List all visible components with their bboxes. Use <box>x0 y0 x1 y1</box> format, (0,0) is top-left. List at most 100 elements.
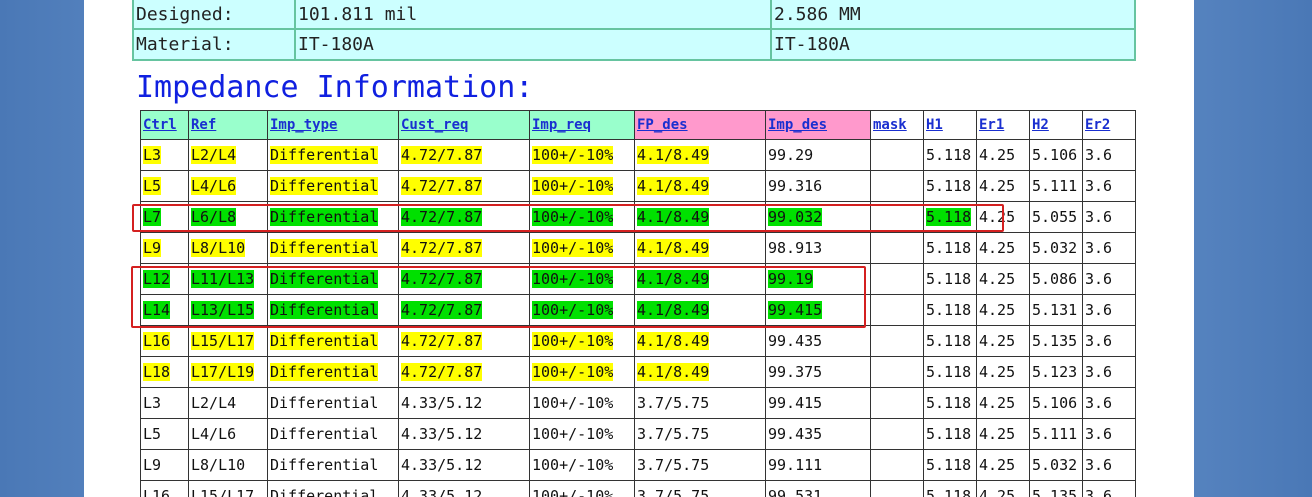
cell-imp-req[interactable]: 100+/-10% <box>529 139 635 171</box>
cell-er2[interactable]: 3.6 <box>1082 325 1136 357</box>
cell-fp-des[interactable]: 4.1/8.49 <box>634 294 766 326</box>
cell-fp-des[interactable]: 4.1/8.49 <box>634 325 766 357</box>
cell-fp-des[interactable]: 4.1/8.49 <box>634 170 766 202</box>
cell-h2[interactable]: 5.135 <box>1029 325 1083 357</box>
cell-mask[interactable] <box>870 201 924 233</box>
cell-imp-req[interactable]: 100+/-10% <box>529 294 635 326</box>
cell-h1[interactable]: 5.118 <box>923 232 977 264</box>
cell-fp-des[interactable]: 4.1/8.49 <box>634 139 766 171</box>
cell-er2[interactable]: 3.6 <box>1082 139 1136 171</box>
cell-h2[interactable]: 5.131 <box>1029 294 1083 326</box>
cell-fp-des[interactable]: 4.1/8.49 <box>634 263 766 295</box>
cell-cust-req[interactable]: 4.72/7.87 <box>398 294 530 326</box>
cell-h2[interactable]: 5.111 <box>1029 418 1083 450</box>
cell-imp-type[interactable]: Differential <box>267 325 399 357</box>
cell-imp-des[interactable]: 99.29 <box>765 139 871 171</box>
cell-er2[interactable]: 3.6 <box>1082 480 1136 497</box>
cell-imp-req[interactable]: 100+/-10% <box>529 356 635 388</box>
cell-ref[interactable]: L11/L13 <box>188 263 268 295</box>
cell-cust-req[interactable]: 4.72/7.87 <box>398 139 530 171</box>
cell-h2[interactable]: 5.086 <box>1029 263 1083 295</box>
cell-imp-des[interactable]: 99.435 <box>765 325 871 357</box>
cell-imp-req[interactable]: 100+/-10% <box>529 232 635 264</box>
cell-mask[interactable] <box>870 325 924 357</box>
cell-ctrl[interactable]: L14 <box>140 294 189 326</box>
cell-cust-req[interactable]: 4.33/5.12 <box>398 480 530 497</box>
cell-imp-type[interactable]: Differential <box>267 201 399 233</box>
cell-ctrl[interactable]: L12 <box>140 263 189 295</box>
cell-h1[interactable]: 5.118 <box>923 480 977 497</box>
cell-er2[interactable]: 3.6 <box>1082 418 1136 450</box>
cell-er1[interactable]: 4.25 <box>976 356 1030 388</box>
cell-h1[interactable]: 5.118 <box>923 201 977 233</box>
cell-imp-type[interactable]: Differential <box>267 232 399 264</box>
cell-mask[interactable] <box>870 387 924 419</box>
cell-er1[interactable]: 4.25 <box>976 201 1030 233</box>
cell-er1[interactable]: 4.25 <box>976 294 1030 326</box>
cell-er2[interactable]: 3.6 <box>1082 387 1136 419</box>
cell-imp-req[interactable]: 100+/-10% <box>529 418 635 450</box>
cell-h1[interactable]: 5.118 <box>923 387 977 419</box>
cell-h1[interactable]: 5.118 <box>923 294 977 326</box>
cell-imp-des[interactable]: 99.111 <box>765 449 871 481</box>
cell-ctrl[interactable]: L18 <box>140 356 189 388</box>
cell-mask[interactable] <box>870 232 924 264</box>
cell-mask[interactable] <box>870 449 924 481</box>
cell-fp-des[interactable]: 4.1/8.49 <box>634 232 766 264</box>
cell-mask[interactable] <box>870 263 924 295</box>
cell-er1[interactable]: 4.25 <box>976 170 1030 202</box>
cell-er2[interactable]: 3.6 <box>1082 449 1136 481</box>
cell-er2[interactable]: 3.6 <box>1082 201 1136 233</box>
cell-er1[interactable]: 4.25 <box>976 139 1030 171</box>
cell-er2[interactable]: 3.6 <box>1082 356 1136 388</box>
cell-cust-req[interactable]: 4.72/7.87 <box>398 232 530 264</box>
cell-imp-req[interactable]: 100+/-10% <box>529 449 635 481</box>
cell-h1[interactable]: 5.118 <box>923 356 977 388</box>
cell-ctrl[interactable]: L9 <box>140 232 189 264</box>
cell-h2[interactable]: 5.032 <box>1029 449 1083 481</box>
cell-ctrl[interactable]: L3 <box>140 387 189 419</box>
cell-fp-des[interactable]: 4.1/8.49 <box>634 356 766 388</box>
cell-imp-req[interactable]: 100+/-10% <box>529 387 635 419</box>
document-page[interactable]: Designed: 101.811 mil 2.586 MM Material:… <box>84 0 1194 497</box>
cell-imp-type[interactable]: Differential <box>267 170 399 202</box>
cell-imp-req[interactable]: 100+/-10% <box>529 170 635 202</box>
cell-fp-des[interactable]: 3.7/5.75 <box>634 418 766 450</box>
cell-ctrl[interactable]: L7 <box>140 201 189 233</box>
cell-mask[interactable] <box>870 170 924 202</box>
cell-imp-type[interactable]: Differential <box>267 139 399 171</box>
cell-mask[interactable] <box>870 418 924 450</box>
cell-mask[interactable] <box>870 480 924 497</box>
cell-imp-req[interactable]: 100+/-10% <box>529 201 635 233</box>
cell-mask[interactable] <box>870 294 924 326</box>
cell-cust-req[interactable]: 4.33/5.12 <box>398 418 530 450</box>
cell-h1[interactable]: 5.118 <box>923 449 977 481</box>
cell-mask[interactable] <box>870 139 924 171</box>
cell-imp-req[interactable]: 100+/-10% <box>529 263 635 295</box>
cell-cust-req[interactable]: 4.72/7.87 <box>398 356 530 388</box>
cell-imp-type[interactable]: Differential <box>267 418 399 450</box>
cell-imp-des[interactable]: 99.531 <box>765 480 871 497</box>
cell-imp-type[interactable]: Differential <box>267 356 399 388</box>
cell-imp-des[interactable]: 99.435 <box>765 418 871 450</box>
cell-imp-des[interactable]: 99.375 <box>765 356 871 388</box>
cell-ref[interactable]: L2/L4 <box>188 139 268 171</box>
cell-fp-des[interactable]: 3.7/5.75 <box>634 449 766 481</box>
cell-ref[interactable]: L8/L10 <box>188 449 268 481</box>
cell-h1[interactable]: 5.118 <box>923 170 977 202</box>
cell-imp-req[interactable]: 100+/-10% <box>529 480 635 497</box>
cell-ctrl[interactable]: L9 <box>140 449 189 481</box>
cell-imp-des[interactable]: 99.316 <box>765 170 871 202</box>
cell-imp-des[interactable]: 99.032 <box>765 201 871 233</box>
cell-ref[interactable]: L8/L10 <box>188 232 268 264</box>
cell-ref[interactable]: L13/L15 <box>188 294 268 326</box>
cell-h2[interactable]: 5.106 <box>1029 387 1083 419</box>
cell-imp-type[interactable]: Differential <box>267 294 399 326</box>
cell-er2[interactable]: 3.6 <box>1082 170 1136 202</box>
cell-imp-req[interactable]: 100+/-10% <box>529 325 635 357</box>
cell-h2[interactable]: 5.135 <box>1029 480 1083 497</box>
cell-fp-des[interactable]: 3.7/5.75 <box>634 387 766 419</box>
cell-er1[interactable]: 4.25 <box>976 418 1030 450</box>
cell-h2[interactable]: 5.111 <box>1029 170 1083 202</box>
cell-ctrl[interactable]: L16 <box>140 325 189 357</box>
